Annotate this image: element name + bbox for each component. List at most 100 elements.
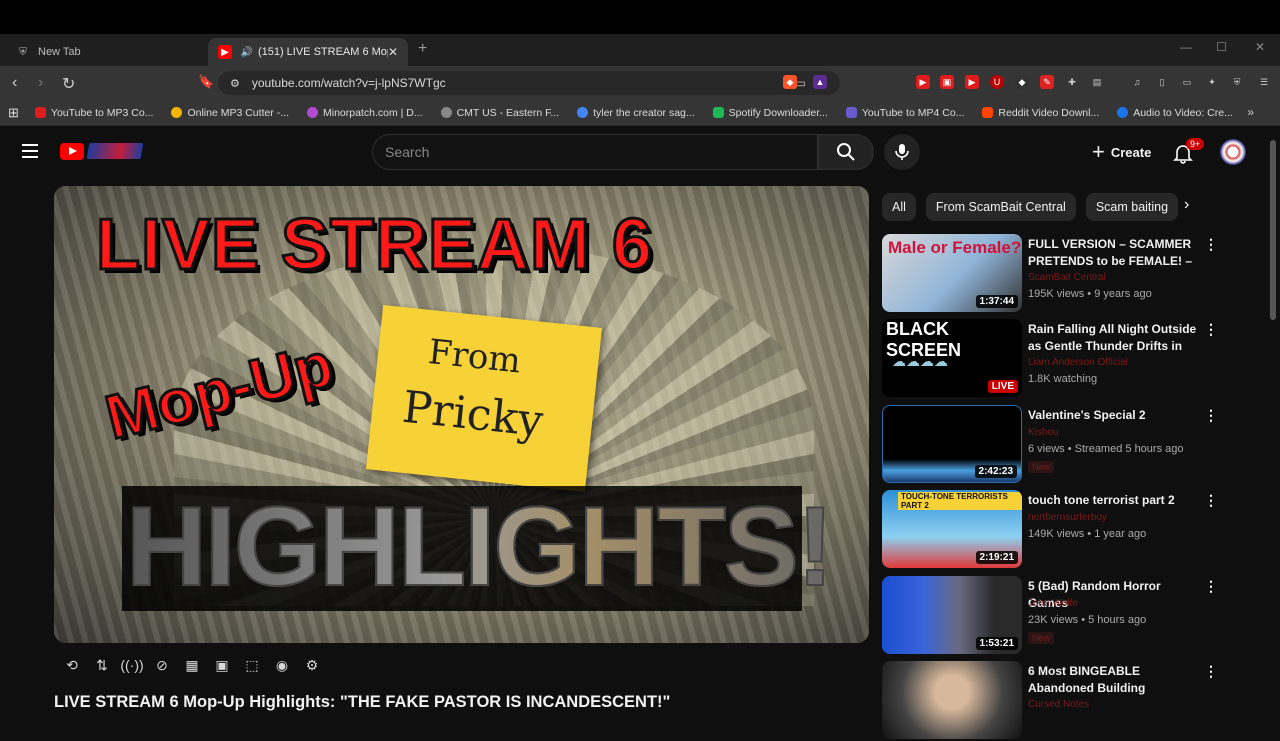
leo-icon[interactable]: ✦ — [1205, 75, 1219, 89]
puzzle-icon[interactable]: ✚ — [1065, 75, 1079, 89]
thumbnail-text: TOUCH-TONE TERRORISTS PART 2 — [898, 492, 1022, 510]
video-thumbnail[interactable]: 2:42:23 — [882, 405, 1022, 483]
forward-icon[interactable]: › — [38, 74, 43, 92]
extension-icon[interactable]: ✎ — [1040, 75, 1054, 89]
tab-new-tab[interactable]: ⛨ New Tab — [6, 38, 206, 66]
hamburger-menu-icon[interactable] — [22, 144, 38, 158]
youtube-logo[interactable] — [60, 143, 84, 160]
bookmark-item[interactable]: tyler the creator sag... — [577, 107, 695, 119]
cast-icon[interactable]: ▤ — [1090, 75, 1104, 89]
music-icon[interactable]: ♫ — [1130, 75, 1144, 89]
thumbnail-text: Male or Female? — [888, 238, 1022, 257]
sticky-note: From Pricky — [365, 304, 603, 493]
channel-name[interactable]: ScamBait Central — [1028, 272, 1106, 283]
extension-icon[interactable]: ▣ — [940, 75, 954, 89]
chip-all[interactable]: All — [882, 193, 916, 221]
page-scrollbar[interactable] — [1270, 140, 1276, 320]
video-thumbnail[interactable]: BLACK SCREEN ☁☁☁☁ LIVE — [882, 319, 1022, 397]
wallet-icon[interactable]: ▭ — [1180, 75, 1194, 89]
back-icon[interactable]: ‹ — [12, 74, 17, 92]
extension-controls: ⟲ ⇅ ((·)) ⊘ ▦ ▣ ⬚ ◉ ⚙ — [62, 654, 322, 676]
channel-name[interactable]: Kishou — [1028, 427, 1059, 438]
sticky-note-line2: Pricky — [399, 381, 546, 448]
bookmark-item[interactable]: CMT US - Eastern F... — [440, 107, 559, 119]
apps-icon[interactable]: ⊞ — [8, 105, 19, 121]
extension-icon[interactable]: ▶ — [965, 75, 979, 89]
video-thumbnail[interactable]: TOUCH-TONE TERRORISTS PART 2 2:19:21 — [882, 490, 1022, 568]
channel-name[interactable]: northernsurferboy — [1028, 512, 1107, 523]
hide-icon[interactable]: ⊘ — [152, 654, 172, 676]
favicon — [1117, 107, 1129, 118]
site-info-icon[interactable]: ⚙ — [230, 77, 240, 90]
recommendation-item[interactable]: 6 Most BINGEABLE Abandoned Building Enco… — [882, 661, 1218, 741]
audio-icon[interactable]: ((·)) — [120, 654, 143, 676]
tab-label: (151) LIVE STREAM 6 Mop-Up — [257, 46, 388, 58]
speed-icon[interactable]: ⇅ — [92, 654, 112, 676]
recommendation-item[interactable]: TOUCH-TONE TERRORISTS PART 2 2:19:21 tou… — [882, 490, 1218, 570]
bookmark-item[interactable]: Online MP3 Cutter -... — [171, 107, 289, 119]
favicon — [982, 107, 994, 118]
vpn-icon[interactable]: ⛨ — [1230, 75, 1244, 89]
minimize-button[interactable]: — — [1180, 40, 1192, 54]
favicon — [34, 107, 46, 118]
video-thumbnail[interactable]: 1:53:21 — [882, 576, 1022, 654]
bookmark-item[interactable]: Reddit Video Downl... — [982, 107, 1099, 119]
extension-icon[interactable]: U — [990, 75, 1004, 89]
window-close-button[interactable]: ✕ — [1255, 40, 1265, 54]
new-tab-button[interactable]: + — [418, 40, 427, 58]
url-field[interactable]: ⚙ youtube.com/watch?v=j-lpNS7WTgc ▭ ⇪ — [218, 71, 840, 95]
bookmark-item[interactable]: YouTube to MP4 Co... — [845, 107, 964, 119]
more-options-icon[interactable]: ⋮ — [1204, 407, 1218, 424]
more-options-icon[interactable]: ⋮ — [1204, 321, 1218, 338]
favicon — [712, 107, 724, 118]
more-options-icon[interactable]: ⋮ — [1204, 663, 1218, 680]
bookmark-icon[interactable]: 🔖 — [198, 74, 214, 90]
video-thumbnail[interactable] — [882, 661, 1022, 739]
extension-icon[interactable]: ▶ — [916, 75, 930, 89]
more-options-icon[interactable]: ⋮ — [1204, 578, 1218, 595]
bookmark-item[interactable]: YouTube to MP3 Co... — [34, 107, 153, 119]
loop-icon[interactable]: ⟲ — [62, 654, 82, 676]
chevron-right-icon[interactable]: › — [1184, 196, 1189, 214]
tab-youtube[interactable]: ▶ 🔊 (151) LIVE STREAM 6 Mop-Up ✕ — [208, 38, 408, 66]
bookmark-item[interactable]: Minorpatch.com | D... — [307, 107, 423, 119]
voice-search-button[interactable] — [884, 134, 920, 170]
brave-shield-icon[interactable]: ◆ — [783, 75, 797, 89]
bookmark-item[interactable]: Spotify Downloader... — [712, 107, 828, 119]
extension-icon[interactable]: ◆ — [1015, 75, 1029, 89]
recommendation-item[interactable]: 2:42:23 Valentine's Special 2 Kishou 6 v… — [882, 405, 1218, 485]
more-options-icon[interactable]: ⋮ — [1204, 492, 1218, 509]
settings-gear-icon[interactable]: ⚙ — [302, 654, 322, 676]
sidebar-icon[interactable]: ▯ — [1155, 75, 1169, 89]
more-options-icon[interactable]: ⋮ — [1204, 236, 1218, 253]
miniplayer-icon[interactable]: ▣ — [212, 654, 232, 676]
tab-strip: ⛨ New Tab ▶ 🔊 (151) LIVE STREAM 6 Mop-Up… — [0, 34, 1280, 66]
recommendation-item[interactable]: 1:53:21 5 (Bad) Random Horror Games John… — [882, 576, 1218, 656]
maximize-button[interactable]: ☐ — [1216, 40, 1227, 54]
avatar[interactable] — [1220, 139, 1246, 165]
video-player[interactable]: LIVE STREAM 6 From Pricky Mop-Up HIGHLIG… — [54, 186, 869, 643]
screenshot-icon[interactable]: ◉ — [272, 654, 292, 676]
url-text: youtube.com/watch?v=j-lpNS7WTgc — [251, 76, 446, 90]
channel-name[interactable]: Cursed Notes — [1028, 699, 1089, 710]
rewards-icon[interactable]: ▲ — [813, 75, 827, 89]
fullwindow-icon[interactable]: ⬚ — [242, 654, 262, 676]
video-thumbnail[interactable]: Male or Female? 1:37:44 — [882, 234, 1022, 312]
more-bookmarks-icon[interactable]: » — [1247, 105, 1254, 119]
recommendation-item[interactable]: Male or Female? 1:37:44 FULL VERSION – S… — [882, 234, 1218, 314]
channel-name[interactable]: John Wolfe — [1028, 598, 1078, 609]
chip-from-channel[interactable]: From ScamBait Central — [925, 193, 1076, 221]
recommendation-item[interactable]: BLACK SCREEN ☁☁☁☁ LIVE Rain Falling All … — [882, 319, 1218, 399]
close-icon[interactable]: ✕ — [388, 45, 398, 59]
reload-icon[interactable]: ↻ — [62, 74, 75, 94]
duration-badge: 2:42:23 — [974, 465, 1017, 478]
chip-scam-baiting[interactable]: Scam baiting — [1085, 193, 1179, 221]
channel-name[interactable]: Liam Anderson Official — [1028, 357, 1128, 368]
search-input[interactable]: Search — [372, 134, 818, 170]
bookmark-item[interactable]: Audio to Video: Cre... — [1117, 107, 1233, 119]
search-button[interactable] — [818, 134, 874, 170]
cinema-icon[interactable]: ▦ — [182, 654, 202, 676]
create-button[interactable]: + Create — [1084, 134, 1159, 170]
speaker-icon[interactable]: 🔊 — [240, 45, 254, 59]
menu-icon[interactable]: ☰ — [1257, 75, 1271, 89]
